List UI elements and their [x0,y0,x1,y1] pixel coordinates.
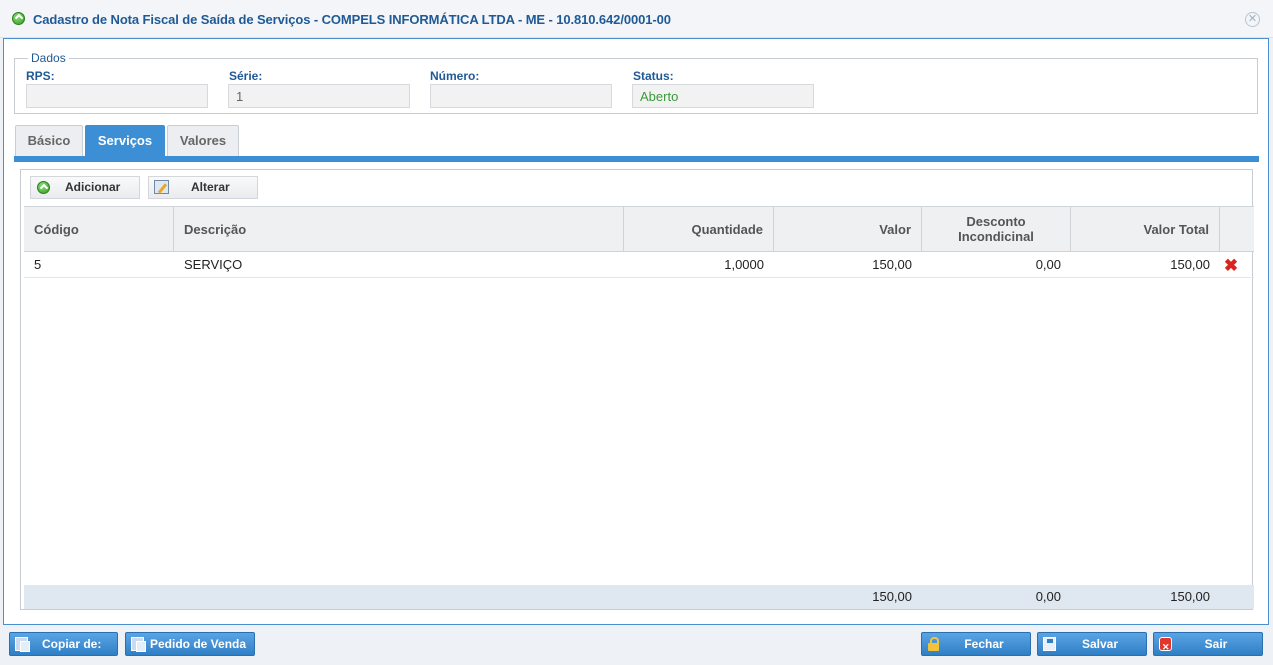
cell-desconto: 0,00 [1035,257,1061,272]
cell-valor-total: 150,00 [1170,257,1210,272]
grid-header: Código Descrição Quantidade Valor Descon… [24,206,1254,252]
close-window-icon[interactable]: ✕ [1245,12,1260,27]
servicos-panel: Adicionar Alterar Código Descrição Quant… [20,169,1254,610]
cell-valor: 150,00 [872,257,912,272]
rps-field[interactable] [26,84,208,108]
column-header-valor-total[interactable]: Valor Total [1071,207,1220,251]
tab-basico[interactable]: Básico [15,125,83,157]
dados-fieldset: Dados RPS: Série: 1 Número: Status: Aber… [14,51,1258,114]
column-header-codigo[interactable]: Código [24,207,174,251]
tab-underline [14,156,1259,162]
close-button-label: Fechar [964,637,1004,651]
window-titlebar: Cadastro de Nota Fiscal de Saída de Serv… [0,0,1273,38]
serie-label: Série: [229,69,263,83]
column-header-actions [1220,207,1254,251]
copy-icon [15,637,30,652]
status-label: Status: [633,69,674,83]
add-button-label: Adicionar [65,180,121,194]
total-desconto: 0,00 [1035,589,1061,604]
status-field[interactable]: Aberto [632,84,814,108]
column-header-descricao[interactable]: Descrição [174,207,624,251]
numero-label: Número: [430,69,480,83]
save-button[interactable]: Salvar [1037,632,1147,656]
exit-button-label: Sair [1204,637,1228,651]
exit-button[interactable]: Sair [1153,632,1263,658]
edit-icon [154,180,169,194]
cell-quantidade: 1,0000 [724,257,764,272]
delete-row-icon[interactable]: ✖ [1223,257,1239,274]
column-header-desconto[interactable]: Desconto Incondicinal [922,207,1071,251]
serie-field[interactable]: 1 [228,84,410,108]
save-button-label: Salvar [1081,637,1119,651]
total-valor-total: 150,00 [1170,589,1210,604]
table-row[interactable]: 5 SERVIÇO 1,0000 150,00 0,00 150,00 ✖ [24,252,1254,278]
copy-from-button[interactable]: Copiar de: [9,632,118,656]
edit-button-label: Alterar [191,180,230,194]
add-button[interactable]: Adicionar [30,176,140,199]
rps-label: RPS: [26,69,55,83]
numero-field[interactable] [430,84,612,108]
cell-codigo: 5 [34,257,42,272]
add-icon [37,181,50,194]
dados-legend: Dados [28,51,69,65]
cell-descricao: SERVIÇO [184,257,243,272]
order-icon [131,637,146,652]
tab-valores[interactable]: Valores [167,125,239,157]
column-header-valor[interactable]: Valor [774,207,922,251]
edit-button[interactable]: Alterar [148,176,258,199]
pedido-venda-button[interactable]: Pedido de Venda [125,632,255,656]
copy-from-label: Copiar de: [42,637,102,651]
main-content: Dados RPS: Série: 1 Número: Status: Aber… [3,38,1269,625]
grid-totals: 150,00 0,00 150,00 [24,585,1254,609]
window-app-icon [12,12,25,25]
column-header-quantidade[interactable]: Quantidade [624,207,774,251]
window-title: Cadastro de Nota Fiscal de Saída de Serv… [33,12,671,27]
close-button[interactable]: Fechar [921,632,1031,656]
tab-servicos[interactable]: Serviços [85,125,165,157]
total-valor: 150,00 [872,589,912,604]
pedido-venda-label: Pedido de Venda [150,637,247,651]
